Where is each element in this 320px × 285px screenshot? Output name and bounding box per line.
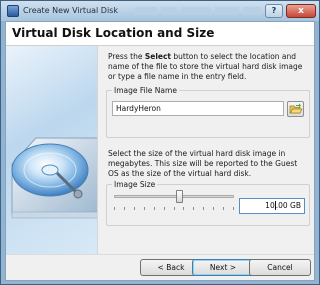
instructions-text-1: Press the <box>108 52 145 61</box>
image-size-input[interactable]: 10.00 GB <box>239 198 305 214</box>
size-slider-thumb[interactable] <box>176 190 184 203</box>
size-slider-track[interactable] <box>114 195 234 198</box>
slider-tick <box>203 207 204 210</box>
slider-tick <box>183 207 184 210</box>
slider-tick <box>213 207 214 210</box>
instructions-select-word: Select <box>144 52 172 61</box>
page-title: Virtual Disk Location and Size <box>12 26 215 40</box>
browse-file-button[interactable] <box>287 101 304 117</box>
footer-divider <box>6 254 314 255</box>
cancel-button[interactable]: Cancel <box>249 259 311 276</box>
slider-tick <box>174 207 175 210</box>
slider-tick <box>114 207 115 210</box>
dialog-body: Virtual Disk Location and Size Press the… <box>5 21 315 281</box>
slider-tick <box>233 207 234 210</box>
image-file-name-input[interactable] <box>112 101 284 116</box>
slider-tick <box>124 207 125 210</box>
location-instructions: Press the Select button to select the lo… <box>108 52 308 82</box>
window-title: Create New Virtual Disk <box>23 6 118 15</box>
size-value-fraction-unit: .00 GB <box>275 201 301 210</box>
slider-tick <box>223 207 224 210</box>
help-button[interactable]: ? <box>265 4 283 18</box>
hard-disk-illustration-icon <box>6 46 98 254</box>
virtualbox-app-icon <box>7 5 19 17</box>
title-bar[interactable]: Create New Virtual Disk ? x <box>1 1 319 21</box>
hard-disk-icon <box>11 137 97 219</box>
slider-tick <box>134 207 135 210</box>
folder-open-icon <box>289 103 303 114</box>
dialog-window: Create New Virtual Disk ? x Virtual Disk… <box>0 0 320 285</box>
next-button[interactable]: Next > <box>192 259 254 276</box>
size-instructions: Select the size of the virtual hard disk… <box>108 149 298 178</box>
background-taskbar-ghost <box>135 5 275 17</box>
image-file-group-label: Image File Name <box>112 86 179 95</box>
wizard-header: Virtual Disk Location and Size <box>6 22 314 46</box>
slider-tick <box>144 207 145 210</box>
slider-tick <box>193 207 194 210</box>
close-button[interactable]: x <box>286 4 316 18</box>
image-size-group-label: Image Size <box>112 180 158 189</box>
slider-tick <box>164 207 165 210</box>
size-value-integer: 10 <box>265 201 275 210</box>
slider-tick <box>154 207 155 210</box>
size-slider-ticks <box>114 207 234 210</box>
